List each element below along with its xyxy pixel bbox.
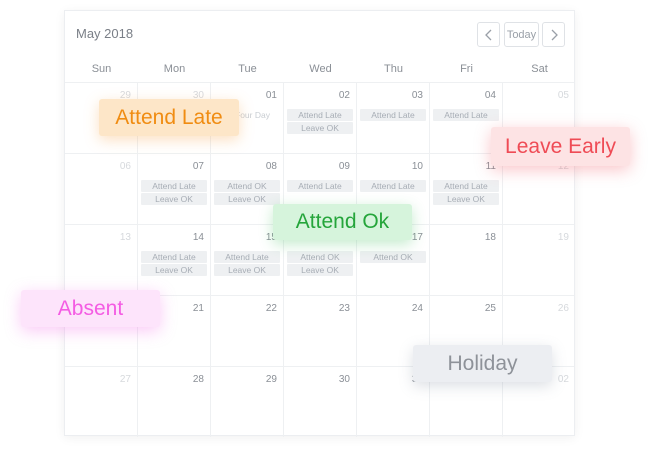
event-chip[interactable]: Leave OK [141, 193, 207, 205]
event-chip[interactable]: Leave OK [141, 264, 207, 276]
day-number[interactable]: 24 [393, 303, 423, 314]
event-chip[interactable]: Attend Late [360, 180, 426, 192]
next-month-button[interactable] [542, 22, 565, 47]
day-number[interactable]: 05 [539, 90, 569, 101]
weekday-header: Tue [238, 63, 257, 75]
event-chip[interactable]: Attend Late [433, 180, 499, 192]
event-chip[interactable]: Attend OK [287, 251, 353, 263]
attend-late-tag: Attend Late [99, 99, 239, 136]
day-number[interactable]: 23 [320, 303, 350, 314]
event-chip[interactable]: Leave OK [433, 193, 499, 205]
day-number[interactable]: 29 [247, 374, 277, 385]
day-number[interactable]: 07 [174, 161, 204, 172]
weekday-header: Sun [91, 63, 112, 75]
day-number[interactable]: 03 [393, 90, 423, 101]
holiday-tag: Holiday [413, 345, 552, 382]
event-chip[interactable]: Attend OK [360, 251, 426, 263]
event-chip[interactable]: Leave OK [214, 264, 280, 276]
event-chip[interactable]: Attend Late [141, 180, 207, 192]
event-chip[interactable]: Leave OK [287, 122, 353, 134]
grid-line [65, 82, 574, 83]
event-chip[interactable]: Attend Late [141, 251, 207, 263]
day-number[interactable]: 26 [539, 303, 569, 314]
day-number[interactable]: 14 [174, 232, 204, 243]
day-number[interactable]: 10 [393, 161, 423, 172]
attend-ok-tag: Attend Ok [273, 204, 412, 240]
event-chip[interactable]: Attend Late [214, 251, 280, 263]
weekday-header: Thu [384, 63, 403, 75]
day-number[interactable]: 30 [320, 374, 350, 385]
day-number[interactable]: 02 [320, 90, 350, 101]
day-number[interactable]: 25 [466, 303, 496, 314]
weekday-header: Wed [309, 63, 332, 75]
today-button[interactable]: Today [504, 22, 539, 47]
day-number[interactable]: 27 [101, 374, 131, 385]
grid-line [356, 82, 357, 437]
day-number[interactable]: 09 [320, 161, 350, 172]
day-number[interactable]: 21 [174, 303, 204, 314]
chevron-right-icon [551, 29, 558, 40]
day-number[interactable]: 04 [466, 90, 496, 101]
day-number[interactable]: 18 [466, 232, 496, 243]
day-number[interactable]: 08 [247, 161, 277, 172]
grid-line [429, 82, 430, 437]
event-chip[interactable]: Attend Late [287, 109, 353, 121]
weekday-header: Mon [163, 63, 186, 75]
day-number[interactable]: 28 [174, 374, 204, 385]
day-number[interactable]: 22 [247, 303, 277, 314]
event-chip[interactable]: Attend Late [287, 180, 353, 192]
event-chip[interactable]: Attend Late [360, 109, 426, 121]
day-number[interactable]: 01 [247, 90, 277, 101]
event-chip[interactable]: Attend OK [214, 180, 280, 192]
absent-tag: Absent [21, 290, 160, 327]
chevron-left-icon [484, 29, 491, 40]
event-chip[interactable]: Four Day [235, 109, 275, 121]
weekday-header: Sat [531, 63, 548, 75]
day-number[interactable]: 19 [539, 232, 569, 243]
grid-line [283, 82, 284, 437]
day-number[interactable]: 06 [101, 161, 131, 172]
prev-month-button[interactable] [477, 22, 500, 47]
day-number[interactable]: 13 [101, 232, 131, 243]
weekday-header: Fri [460, 63, 473, 75]
event-chip[interactable]: Leave OK [287, 264, 353, 276]
event-chip[interactable]: Leave OK [214, 193, 280, 205]
calendar-title: May 2018 [76, 26, 134, 41]
leave-early-tag: Leave Early [491, 127, 630, 166]
event-chip[interactable]: Attend Late [433, 109, 499, 121]
